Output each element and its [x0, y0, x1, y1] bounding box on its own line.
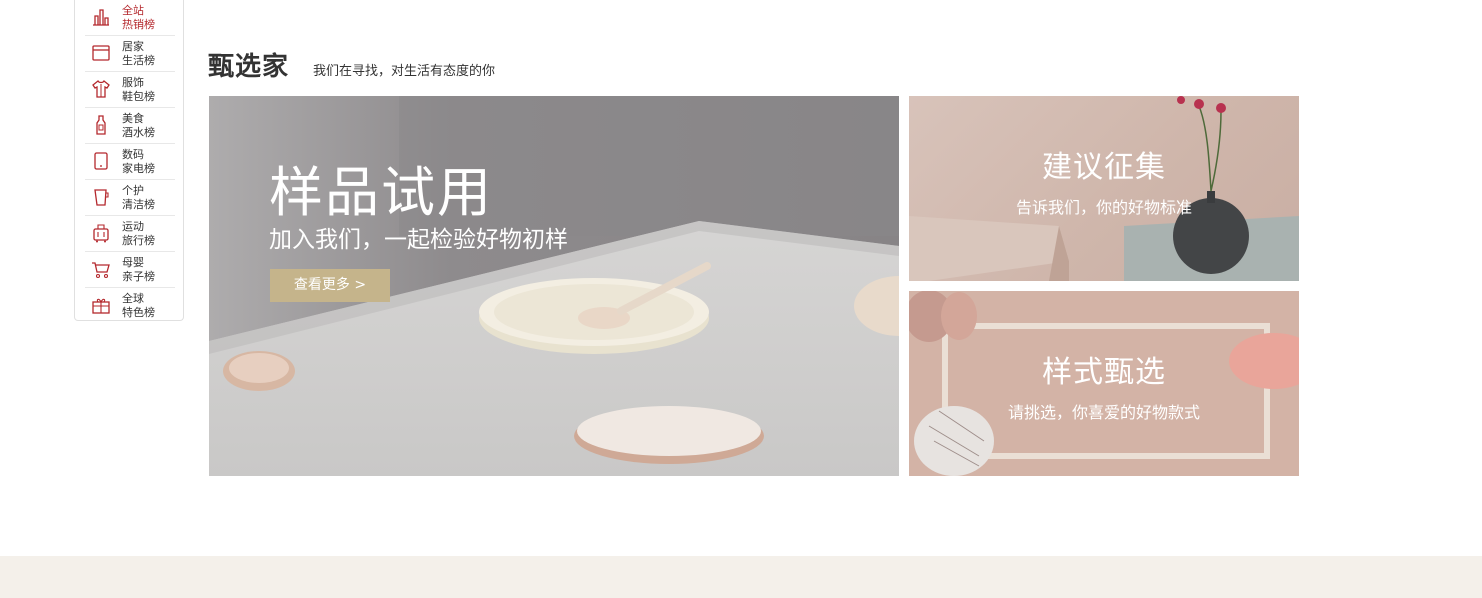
rank-item-line1: 个护	[122, 184, 144, 197]
style-select-banner[interactable]: 样式甄选 请挑选，你喜爱的好物款式	[909, 291, 1299, 476]
rank-item-line1: 数码	[122, 148, 144, 161]
rank-item-line2: 亲子榜	[122, 270, 155, 283]
footer-band	[0, 556, 1482, 598]
rank-item-line1: 美食	[122, 112, 144, 125]
rank-item-line2: 热销榜	[122, 18, 155, 31]
rank-item-digital[interactable]: 数码 家电榜	[85, 144, 175, 180]
view-more-button[interactable]: 查看更多 >	[270, 269, 390, 302]
phone-icon	[91, 151, 111, 171]
rank-item-line2: 鞋包榜	[122, 90, 155, 103]
sample-trial-banner[interactable]: 样品试用 加入我们，一起检验好物初样 查看更多 >	[209, 96, 899, 476]
rank-nav: 全站 热销榜 居家 生活榜 服饰 鞋包榜 美食 酒水榜 数码 家电榜 个护 清洁榜 运动	[74, 0, 184, 321]
section-title: 甄选家	[208, 52, 290, 82]
style-select-subtitle: 请挑选，你喜爱的好物款式	[1007, 403, 1200, 422]
stroller-icon	[91, 259, 111, 279]
bottle-icon	[91, 115, 111, 135]
rank-item-line2: 特色榜	[122, 306, 155, 319]
rank-item-line2: 旅行榜	[122, 234, 155, 247]
banner-title: 样品试用	[269, 161, 493, 224]
rank-item-line2: 酒水榜	[122, 126, 155, 139]
rank-item-clothing[interactable]: 服饰 鞋包榜	[85, 72, 175, 108]
home-appliance-icon	[91, 43, 111, 63]
luggage-icon	[91, 223, 111, 243]
rank-item-line2: 家电榜	[122, 162, 155, 175]
gift-icon	[91, 295, 111, 315]
suggestion-subtitle: 告诉我们，你的好物标准	[1015, 198, 1192, 217]
rank-item-line1: 母婴	[122, 256, 144, 269]
cup-icon	[91, 187, 111, 207]
rank-item-home[interactable]: 居家 生活榜	[85, 36, 175, 72]
rank-item-line1: 运动	[122, 220, 144, 233]
suggestion-banner[interactable]: 建议征集 告诉我们，你的好物标准	[909, 96, 1299, 281]
rank-item-line1: 居家	[122, 40, 144, 53]
suggestion-title: 建议征集	[1042, 150, 1166, 185]
rank-item-hot[interactable]: 全站 热销榜	[85, 0, 175, 36]
bar-chart-icon	[91, 7, 111, 27]
rank-item-line1: 服饰	[122, 76, 144, 89]
rank-item-line2: 清洁榜	[122, 198, 155, 211]
rank-item-baby[interactable]: 母婴 亲子榜	[85, 252, 175, 288]
rank-item-line1: 全球	[122, 292, 144, 305]
clothing-icon	[91, 79, 111, 99]
rank-item-global[interactable]: 全球 特色榜	[85, 288, 175, 323]
rank-item-care[interactable]: 个护 清洁榜	[85, 180, 175, 216]
section-subtitle: 我们在寻找，对生活有态度的你	[313, 64, 496, 79]
rank-item-sports[interactable]: 运动 旅行榜	[85, 216, 175, 252]
style-select-title: 样式甄选	[1042, 355, 1166, 390]
banner-subtitle: 加入我们，一起检验好物初样	[269, 227, 568, 253]
rank-item-line2: 生活榜	[122, 54, 155, 67]
vase-illustration	[909, 96, 1299, 281]
rank-item-line1: 全站	[122, 4, 144, 17]
rank-item-food[interactable]: 美食 酒水榜	[85, 108, 175, 144]
